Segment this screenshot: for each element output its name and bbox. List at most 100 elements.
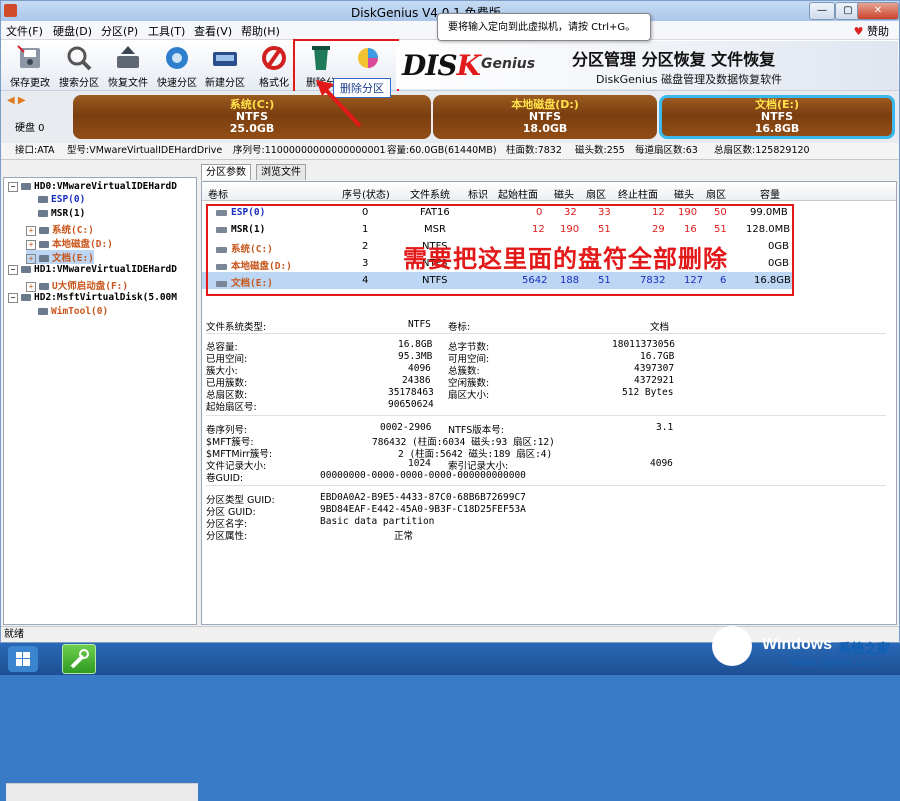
col-capacity[interactable]: 容量 [760,186,780,201]
partition-icon [38,196,48,203]
prop-free-clusters: 4372921 [634,375,675,386]
disk-nav-arrows[interactable]: ◀ ▶ [7,95,26,106]
col-end-head[interactable]: 磁头 [674,186,694,201]
tree-item-d[interactable]: + 本地磁盘(D:) [26,236,113,250]
menu-disk[interactable]: 硬盘(D) [53,23,92,39]
collapse-icon[interactable]: − [8,264,18,275]
tree-item-f[interactable]: + U大师启动盘(F:) [26,278,128,292]
partition-block-e[interactable]: 文档(E:) NTFS 16.8GB [659,95,895,139]
prop-total-bytes: 18011373056 [612,339,675,350]
prop-guid-label: 卷GUID: [206,473,244,484]
tree-item-esp[interactable]: ESP(0) [38,194,85,205]
prop-fs-type-label: 文件系统类型: [206,322,267,333]
diskgenius-logo: DISK [402,49,481,82]
tree-item-wimtool[interactable]: WimTool(0) [38,306,108,317]
watermark-windows: Windows [762,636,833,653]
save-icon [17,45,40,68]
prop-sector-size: 512 Bytes [622,387,674,398]
disk-tree-panel: − HD0:VMwareVirtualIDEHardD ESP(0) MSR(1)… [3,177,198,801]
prop-total-clusters: 4397307 [634,363,675,374]
restore-file-button[interactable]: 恢复文件 [105,42,151,89]
watermark-url: www.bjjmlv.com [790,656,879,669]
quick-partition-label: 快速分区 [157,78,197,89]
prop-vol-label-label: 卷标: [448,322,471,333]
format-icon [262,46,286,70]
quick-partition-icon [166,47,188,69]
disk-capacity: 容量:60.0GB(61440MB) [387,145,497,156]
menu-view[interactable]: 查看(V) [194,23,232,39]
prop-part-attr: 正常 [394,531,414,542]
collapse-icon[interactable]: − [8,181,18,192]
col-id[interactable]: 标识 [468,186,488,201]
col-volume-label[interactable]: 卷标 [208,186,228,201]
prop-fs-type: NTFS [408,319,431,330]
tree-hd1[interactable]: − HD1:VMwareVirtualIDEHardD [8,264,177,275]
tree-item-msr[interactable]: MSR(1) [38,208,85,219]
tree-item-d-label: 本地磁盘(D:) [52,239,113,250]
expand-icon[interactable]: + [26,281,36,292]
red-arrow-icon [316,80,362,128]
hard-disk-icon [21,266,31,273]
taskbar-app-diskgenius[interactable] [62,644,96,674]
tree-item-e[interactable]: + 文档(E:) [26,250,94,264]
tab-partition-params[interactable]: 分区参数 [201,164,251,180]
search-partition-label: 搜索分区 [59,78,99,89]
brand-banner: DISK Genius 分区管理 分区恢复 文件恢复 DiskGenius 磁盘… [396,41,898,89]
col-start-head[interactable]: 磁头 [554,186,574,201]
collapse-icon[interactable]: − [8,292,18,303]
restore-icon [117,46,139,68]
disk-interface: 接口:ATA [15,145,55,156]
prop-part-name: Basic data partition [320,516,435,527]
expand-icon[interactable]: + [26,253,36,264]
format-button[interactable]: 格式化 [251,42,297,89]
partition-block-d[interactable]: 本地磁盘(D:) NTFS 18.0GB [433,95,657,139]
tree-horizontal-scrollbar[interactable] [6,783,198,801]
col-start-cylinder[interactable]: 起始柱面 [498,186,538,201]
save-button[interactable]: 保存更改 [7,42,53,89]
tree-hd2[interactable]: − HD2:MsftVirtualDisk(5.00M [8,292,177,303]
prop-start-sector: 90650624 [388,399,434,410]
partition-block-c[interactable]: 系统(C:) NTFS 25.0GB [73,95,431,139]
col-start-sector[interactable]: 扇区 [586,186,606,201]
sponsor-link[interactable]: ♥ 赞助 [854,23,889,39]
prop-total-cap: 16.8GB [398,339,433,350]
col-end-sector[interactable]: 扇区 [706,186,726,201]
hard-disk-icon [21,183,31,190]
prop-sector-size-label: 扇区大小: [448,390,490,401]
new-partition-button[interactable]: 新建分区 [202,42,248,89]
tree-item-wimtool-label: WimTool(0) [51,306,109,317]
watermark-logo-icon [712,626,752,666]
expand-icon[interactable]: + [26,225,36,236]
diskgenius-window: DiskGenius V4.0.1 免费版 — ▢ ✕ 要将输入定向到此虚拟机，… [0,0,900,801]
menu-partition[interactable]: 分区(P) [101,23,138,39]
tab-browse-files[interactable]: 浏览文件 [256,164,306,180]
tree-item-esp-label: ESP(0) [51,194,86,205]
menu-file[interactable]: 文件(F) [6,23,43,39]
partition-e-size: 16.8GB [754,122,800,135]
col-filesystem[interactable]: 文件系统 [410,186,450,201]
tree-item-c[interactable]: + 系统(C:) [26,222,94,236]
prop-serial: 0002-2906 [380,422,432,433]
close-button[interactable]: ✕ [857,2,899,20]
prop-free: 16.7GB [640,351,675,362]
app-icon [4,4,17,17]
quick-partition-button[interactable]: 快速分区 [154,42,200,89]
search-partition-button[interactable]: 搜索分区 [56,42,102,89]
expand-icon[interactable]: + [26,239,36,250]
format-label: 格式化 [259,78,289,89]
minimize-button[interactable]: — [809,2,835,20]
tree-hd0[interactable]: − HD0:VMwareVirtualIDEHardD [8,181,177,192]
search-icon [67,46,92,71]
watermark-cn: 系统之家 [838,642,891,657]
disk-map-bar: ◀ ▶ 硬盘 0 系统(C:) NTFS 25.0GB 本地磁盘(D:) NTF… [1,91,899,144]
prop-used-clusters: 24386 [402,375,431,386]
restore-file-label: 恢复文件 [108,78,148,89]
tree-item-f-label: U大师启动盘(F:) [52,281,129,292]
partition-icon [39,241,49,248]
wrench-icon [70,649,89,669]
start-button[interactable] [8,646,38,672]
col-index[interactable]: 序号(状态) [342,186,390,201]
menu-help[interactable]: 帮助(H) [241,23,280,39]
col-end-cylinder[interactable]: 终止柱面 [618,186,658,201]
menu-tools[interactable]: 工具(T) [148,23,185,39]
